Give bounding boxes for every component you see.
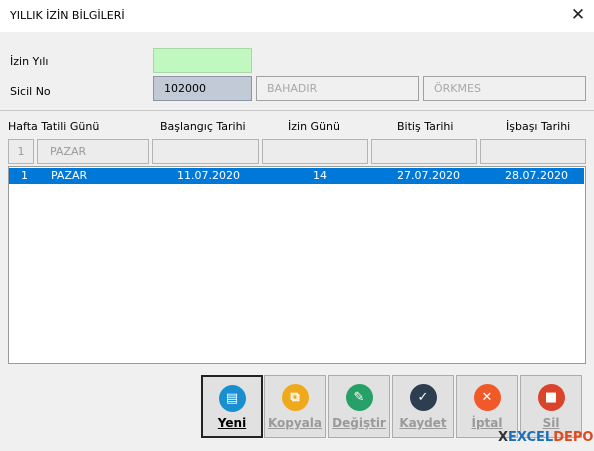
col-header-baslangic: Başlangıç Tarihi xyxy=(160,120,246,133)
filter-return-field[interactable] xyxy=(480,139,586,164)
row-return-date: 28.07.2020 xyxy=(505,169,568,182)
last-name-field: ÖRKMES xyxy=(423,76,586,101)
list-row[interactable]: 1 PAZAR 11.07.2020 14 27.07.2020 28.07.2… xyxy=(9,168,584,184)
row-start-date: 11.07.2020 xyxy=(177,169,240,182)
first-name-field: BAHADIR xyxy=(256,76,419,101)
filter-start-field[interactable] xyxy=(152,139,259,164)
row-end-date: 27.07.2020 xyxy=(397,169,460,182)
izin-yili-input[interactable] xyxy=(153,48,252,73)
row-leave-days: 14 xyxy=(313,169,327,182)
col-header-bitis: Bitiş Tarihi xyxy=(397,120,454,133)
row-day: PAZAR xyxy=(51,169,88,182)
save-button[interactable]: ✓ Kaydet xyxy=(392,375,454,438)
delete-button[interactable]: ■ Sil xyxy=(520,375,582,438)
new-button[interactable]: ▤ Yeni xyxy=(201,375,263,438)
brand-logo: XEXCELDEPO xyxy=(498,430,594,445)
cancel-button[interactable]: ✕ İptal xyxy=(456,375,518,438)
window-title: YILLIK İZİN BİLGİLERİ xyxy=(10,9,125,22)
col-header-isbasi: İşbaşı Tarihi xyxy=(506,120,571,133)
divider xyxy=(0,110,594,111)
izin-yili-label: İzin Yılı xyxy=(10,55,49,68)
row-index: 1 xyxy=(21,169,28,182)
filter-end-field[interactable] xyxy=(371,139,477,164)
copy-button[interactable]: ⧉ Kopyala xyxy=(264,375,326,438)
col-header-hafta-tatili: Hafta Tatili Günü xyxy=(8,120,100,133)
edit-button[interactable]: ✎ Değiştir xyxy=(328,375,390,438)
close-icon[interactable]: ✕ xyxy=(566,4,590,26)
col-header-izin-gunu: İzin Günü xyxy=(288,120,340,133)
filter-days-field[interactable] xyxy=(262,139,368,164)
filter-index-field[interactable]: 1 xyxy=(8,139,34,164)
sicil-no-input[interactable]: 102000 xyxy=(153,76,252,101)
filter-day-field[interactable]: PAZAR xyxy=(37,139,149,164)
leave-list[interactable] xyxy=(8,166,586,364)
sicil-no-label: Sicil No xyxy=(10,85,51,98)
